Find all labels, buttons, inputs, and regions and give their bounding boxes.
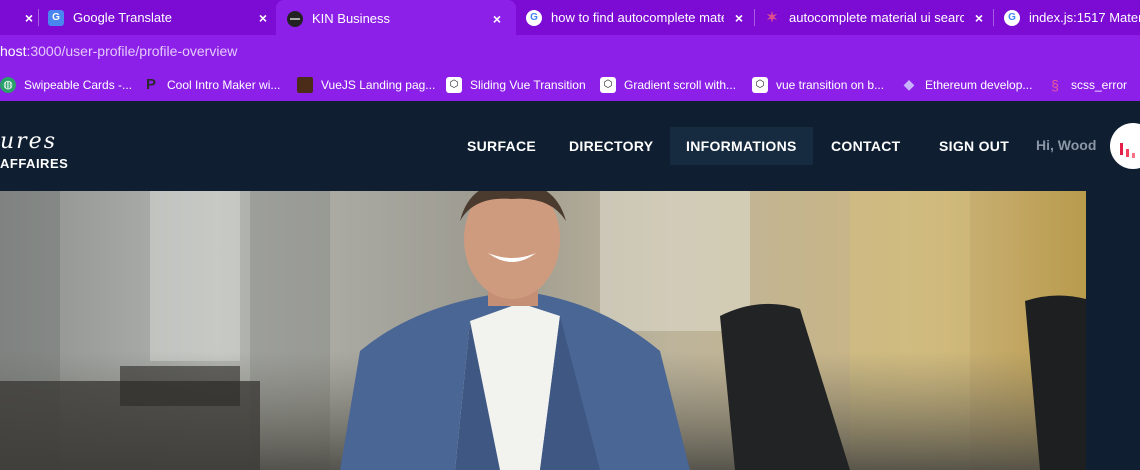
kin-icon xyxy=(287,10,303,27)
bookmark-ethereum[interactable]: ◆ Ethereum develop... xyxy=(901,76,1033,93)
bookmark-sliding-vue[interactable]: ⬡ Sliding Vue Transition xyxy=(446,76,586,93)
bookmarks-bar: ◍ Swipeable Cards -... P Cool Intro Make… xyxy=(0,68,1140,101)
close-tab-icon[interactable]: × xyxy=(20,10,38,26)
hero-photo-illustration xyxy=(0,191,1086,470)
tab-index-js[interactable]: G index.js:1517 Materia xyxy=(1004,0,1140,35)
bookmark-label: Cool Intro Maker wi... xyxy=(167,77,281,92)
p-icon: P xyxy=(145,76,156,93)
close-tab-icon[interactable]: × xyxy=(970,10,988,26)
bookmark-label: vue transition on b... xyxy=(776,77,885,92)
colorful-star-icon: ✶ xyxy=(766,9,778,25)
bookmark-label: Gradient scroll with... xyxy=(624,77,737,92)
bookmark-scss-error[interactable]: § scss_error xyxy=(1047,76,1127,93)
logo-wordmark[interactable]: AFFAIRES xyxy=(0,156,68,171)
tab-title: how to find autocomplete materi xyxy=(551,10,724,25)
tab-autocomplete-material-ui[interactable]: ✶ autocomplete material ui search × xyxy=(764,0,988,35)
tab-separator xyxy=(38,9,39,26)
tab-title: index.js:1517 Materia xyxy=(1029,10,1140,25)
google-translate-icon: G xyxy=(48,9,64,26)
bookmark-vuejs-landing[interactable]: VueJS Landing pag... xyxy=(297,76,435,93)
tab-separator xyxy=(993,9,994,26)
nav-directory[interactable]: DIRECTORY xyxy=(569,127,653,165)
codesandbox-icon: ⬡ xyxy=(752,76,768,93)
google-icon: G xyxy=(526,9,542,26)
close-tab-icon[interactable]: × xyxy=(488,11,506,27)
url-text[interactable]: host:3000/user-profile/profile-overview xyxy=(0,43,237,59)
hero-photo xyxy=(0,191,1086,470)
bookmark-gradient-scroll[interactable]: ⬡ Gradient scroll with... xyxy=(600,76,736,93)
tab-partial[interactable]: × xyxy=(14,0,34,35)
bookmark-swipeable-cards[interactable]: ◍ Swipeable Cards -... xyxy=(0,76,132,93)
avatar-bar xyxy=(1132,153,1135,158)
bookmark-label: VueJS Landing pag... xyxy=(321,77,436,92)
bookmark-label: Sliding Vue Transition xyxy=(470,77,586,92)
google-icon: G xyxy=(1004,9,1020,26)
tab-title: KIN Business xyxy=(312,11,391,26)
tab-title: Google Translate xyxy=(73,10,173,25)
site-navbar: ures AFFAIRES SURFACE DIRECTORY INFORMAT… xyxy=(0,101,1140,191)
codesandbox-icon: ⬡ xyxy=(446,76,462,93)
bookmark-cool-intro-maker[interactable]: P Cool Intro Maker wi... xyxy=(143,76,280,93)
bookmark-label: Ethereum develop... xyxy=(925,77,1033,92)
tab-kin-business[interactable]: KIN Business × xyxy=(276,0,516,37)
browser-tab-strip: × G Google Translate × KIN Business × G … xyxy=(0,0,1140,37)
tab-title: autocomplete material ui search xyxy=(789,10,964,25)
tab-separator xyxy=(754,9,755,26)
url-host: host xyxy=(0,43,27,59)
globe-icon: ◍ xyxy=(0,76,16,93)
ethereum-icon: ◆ xyxy=(903,76,915,92)
tab-autocomplete-search[interactable]: G how to find autocomplete materi × xyxy=(526,0,748,35)
scss-icon: § xyxy=(1051,76,1059,93)
nav-contact[interactable]: CONTACT xyxy=(831,127,901,165)
codesandbox-icon: ⬡ xyxy=(600,76,616,93)
bookmark-vue-transition[interactable]: ⬡ vue transition on b... xyxy=(752,76,884,93)
close-tab-icon[interactable]: × xyxy=(254,10,272,26)
page-right-strip xyxy=(1086,191,1140,470)
url-path: :3000/user-profile/profile-overview xyxy=(26,43,238,59)
nav-sign-out[interactable]: SIGN OUT xyxy=(939,127,1009,165)
nav-informations[interactable]: INFORMATIONS xyxy=(670,127,813,165)
bookmark-label: Swipeable Cards -... xyxy=(24,77,133,92)
user-greeting: Hi, Wood xyxy=(1036,137,1097,153)
close-tab-icon[interactable]: × xyxy=(730,10,748,26)
logo-script-text[interactable]: ures xyxy=(0,129,57,154)
tab-google-translate[interactable]: G Google Translate × xyxy=(48,0,272,35)
nav-surface[interactable]: SURFACE xyxy=(467,127,536,165)
avatar-bar xyxy=(1120,143,1123,155)
bookmark-label: scss_error xyxy=(1071,77,1128,92)
address-bar[interactable]: host:3000/user-profile/profile-overview xyxy=(0,35,1140,68)
vue-icon xyxy=(297,76,313,93)
avatar-bar xyxy=(1126,149,1129,157)
